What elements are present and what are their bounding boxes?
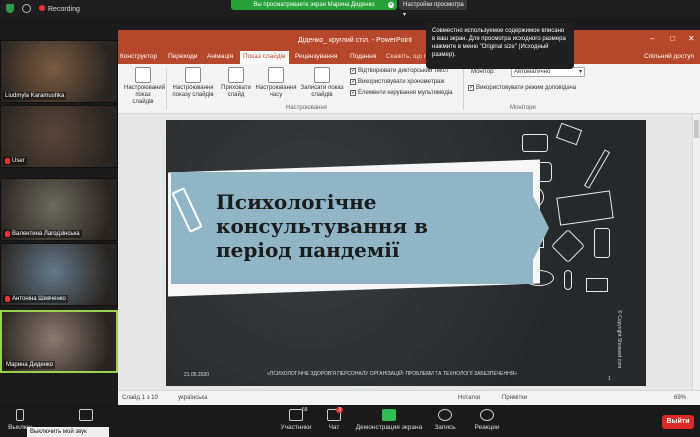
share-screen-button[interactable]: Демонстрация экрана bbox=[354, 409, 424, 431]
video-camera-icon bbox=[79, 409, 93, 421]
mute-tooltip: Выключить мой звук (⌥⌘A) bbox=[27, 427, 109, 437]
record-button[interactable]: Запись bbox=[428, 409, 462, 431]
participant-tile[interactable]: Валентина Лагодзінська bbox=[0, 178, 118, 241]
stopwatch-icon bbox=[268, 67, 284, 83]
participant-tile[interactable]: Антоніна Шевченко bbox=[0, 243, 118, 306]
security-shield-icon[interactable] bbox=[6, 4, 14, 13]
window-title: Діденко_ круглий стіл. - PowerPoint bbox=[298, 37, 412, 44]
muted-mic-icon bbox=[5, 296, 10, 302]
info-icon[interactable] bbox=[22, 4, 31, 13]
checkbox-icon bbox=[350, 67, 356, 74]
ppt-status-bar: Слайд 1 з 10 українська Нотатки Примітки… bbox=[118, 390, 700, 405]
notes-button[interactable]: Нотатки bbox=[458, 395, 480, 401]
recording-indicator[interactable]: Recording bbox=[39, 4, 80, 13]
participant-name: Liudmyla Karamushka bbox=[5, 93, 65, 99]
hide-slide-icon bbox=[228, 67, 244, 83]
tab-animation[interactable]: Анімація bbox=[207, 53, 233, 60]
share-button[interactable]: Спільний доступ bbox=[644, 53, 694, 60]
minimize-icon[interactable]: – bbox=[650, 35, 658, 43]
tab-review[interactable]: Рецензування bbox=[295, 53, 337, 60]
participant-name: Марина Диденко bbox=[6, 362, 54, 368]
monitor-label: Монітор: bbox=[471, 69, 496, 75]
slide-canvas[interactable]: Психологічне консультування в період пан… bbox=[166, 120, 646, 386]
tab-view[interactable]: Подання bbox=[350, 53, 376, 60]
language-indicator[interactable]: українська bbox=[178, 395, 208, 401]
calculator-icon bbox=[522, 134, 548, 152]
participant-name: User bbox=[12, 158, 25, 164]
checkbox-icon bbox=[350, 78, 356, 85]
zoom-window: Recording Вы просматриваете экран Марина… bbox=[0, 0, 700, 437]
reactions-button[interactable]: Реакции bbox=[470, 409, 504, 431]
record-show-button[interactable]: Записати показ слайдів bbox=[298, 67, 346, 99]
smiley-icon bbox=[480, 409, 494, 421]
slide-copyright: © Copyright Showeet.com bbox=[616, 310, 622, 369]
ruler-small-icon bbox=[586, 278, 608, 292]
zoom-level[interactable]: 69% bbox=[674, 395, 686, 401]
participant-gallery: Liudmyla Karamushka User Валентина Лагод… bbox=[0, 40, 118, 427]
paperclip-icon bbox=[564, 270, 572, 290]
close-icon[interactable]: ✕ bbox=[388, 2, 394, 8]
video-button[interactable] bbox=[74, 409, 98, 424]
slide-footer: «ПСИХОЛОГІЧНЕ ЗДОРОВ'Я ПЕРСОНАЛУ ОРГАНІЗ… bbox=[267, 371, 518, 377]
microphone-icon bbox=[16, 409, 24, 421]
powerpoint-window: Діденко_ круглий стіл. - PowerPoint – □ … bbox=[118, 30, 700, 405]
participant-tile-active-speaker[interactable]: Марина Диденко bbox=[0, 310, 118, 373]
leave-button[interactable]: Выйти bbox=[662, 415, 694, 429]
muted-mic-icon bbox=[5, 231, 10, 237]
group-label-setup: Настроювання bbox=[286, 105, 327, 111]
zoom-top-bar: Recording Вы просматриваете экран Марина… bbox=[0, 0, 700, 18]
slide-title: Психологічне консультування в період пан… bbox=[216, 190, 429, 262]
tab-design[interactable]: Конструктор bbox=[120, 53, 157, 60]
participants-button[interactable]: 58 Участники bbox=[276, 407, 316, 431]
participant-tile[interactable]: User bbox=[0, 105, 118, 168]
setup-show-icon bbox=[185, 67, 201, 83]
comments-button[interactable]: Примітки bbox=[502, 395, 527, 401]
vertical-scrollbar[interactable] bbox=[692, 114, 700, 390]
share-screen-icon bbox=[382, 409, 396, 421]
chevron-down-icon: ▾ bbox=[578, 69, 582, 75]
muted-mic-icon bbox=[5, 158, 10, 164]
maximize-icon[interactable]: □ bbox=[670, 35, 678, 43]
slide-number: 1 bbox=[608, 376, 611, 382]
participant-name: Валентина Лагодзінська bbox=[12, 231, 80, 237]
checkbox-icon bbox=[350, 89, 356, 96]
slide-thumbnail-pane[interactable] bbox=[118, 114, 158, 390]
hide-slide-button[interactable]: Приховати слайд bbox=[218, 67, 254, 99]
presenter-view-check[interactable]: Використовувати режим доповідача bbox=[468, 84, 576, 91]
chat-button[interactable]: 3 Чат bbox=[322, 407, 346, 431]
participant-name: Антоніна Шевченко bbox=[12, 296, 66, 302]
participant-tile[interactable]: Liudmyla Karamushka bbox=[0, 40, 118, 103]
close-icon[interactable]: ✕ bbox=[688, 35, 696, 43]
ppt-title-bar: Діденко_ круглий стіл. - PowerPoint – □ … bbox=[118, 30, 700, 50]
custom-show-button[interactable]: Настроюваний показ слайдів bbox=[124, 67, 165, 106]
media-controls-check[interactable]: Елементи керування мультимедіа bbox=[350, 89, 453, 96]
setup-show-button[interactable]: Настроювання показу слайдів bbox=[170, 67, 216, 99]
slide-counter: Слайд 1 з 10 bbox=[122, 395, 158, 401]
paint-tube-icon bbox=[594, 228, 610, 258]
sharing-notice: Вы просматриваете экран Марина Диденко ✕ bbox=[231, 0, 397, 10]
ribbon-tabs: Конструктор Переходи Анімація Показ слай… bbox=[118, 50, 700, 64]
use-timings-check[interactable]: Використовувати хронометраж bbox=[350, 78, 444, 85]
tab-transitions[interactable]: Переходи bbox=[168, 53, 197, 60]
ppt-editing-area: Психологічне консультування в період пан… bbox=[118, 114, 700, 390]
view-options-button[interactable]: Настройки просмотра ▾ bbox=[399, 0, 467, 18]
record-dot-icon bbox=[39, 4, 45, 11]
group-label-monitors: Монітори bbox=[510, 105, 536, 111]
custom-show-icon bbox=[135, 67, 151, 83]
checkbox-icon bbox=[468, 84, 474, 91]
record-icon bbox=[438, 409, 452, 421]
slideshow-ribbon: Настроюваний показ слайдів Настроювання … bbox=[118, 64, 700, 114]
slide-date: 21.05.2020 bbox=[184, 372, 210, 378]
fit-screen-tooltip: Совместно используемое содержимое вписан… bbox=[426, 23, 574, 69]
rehearse-timings-button[interactable]: Настроювання часу bbox=[254, 67, 298, 99]
tab-slideshow[interactable]: Показ слайдів bbox=[240, 51, 289, 64]
record-show-icon bbox=[314, 67, 330, 83]
